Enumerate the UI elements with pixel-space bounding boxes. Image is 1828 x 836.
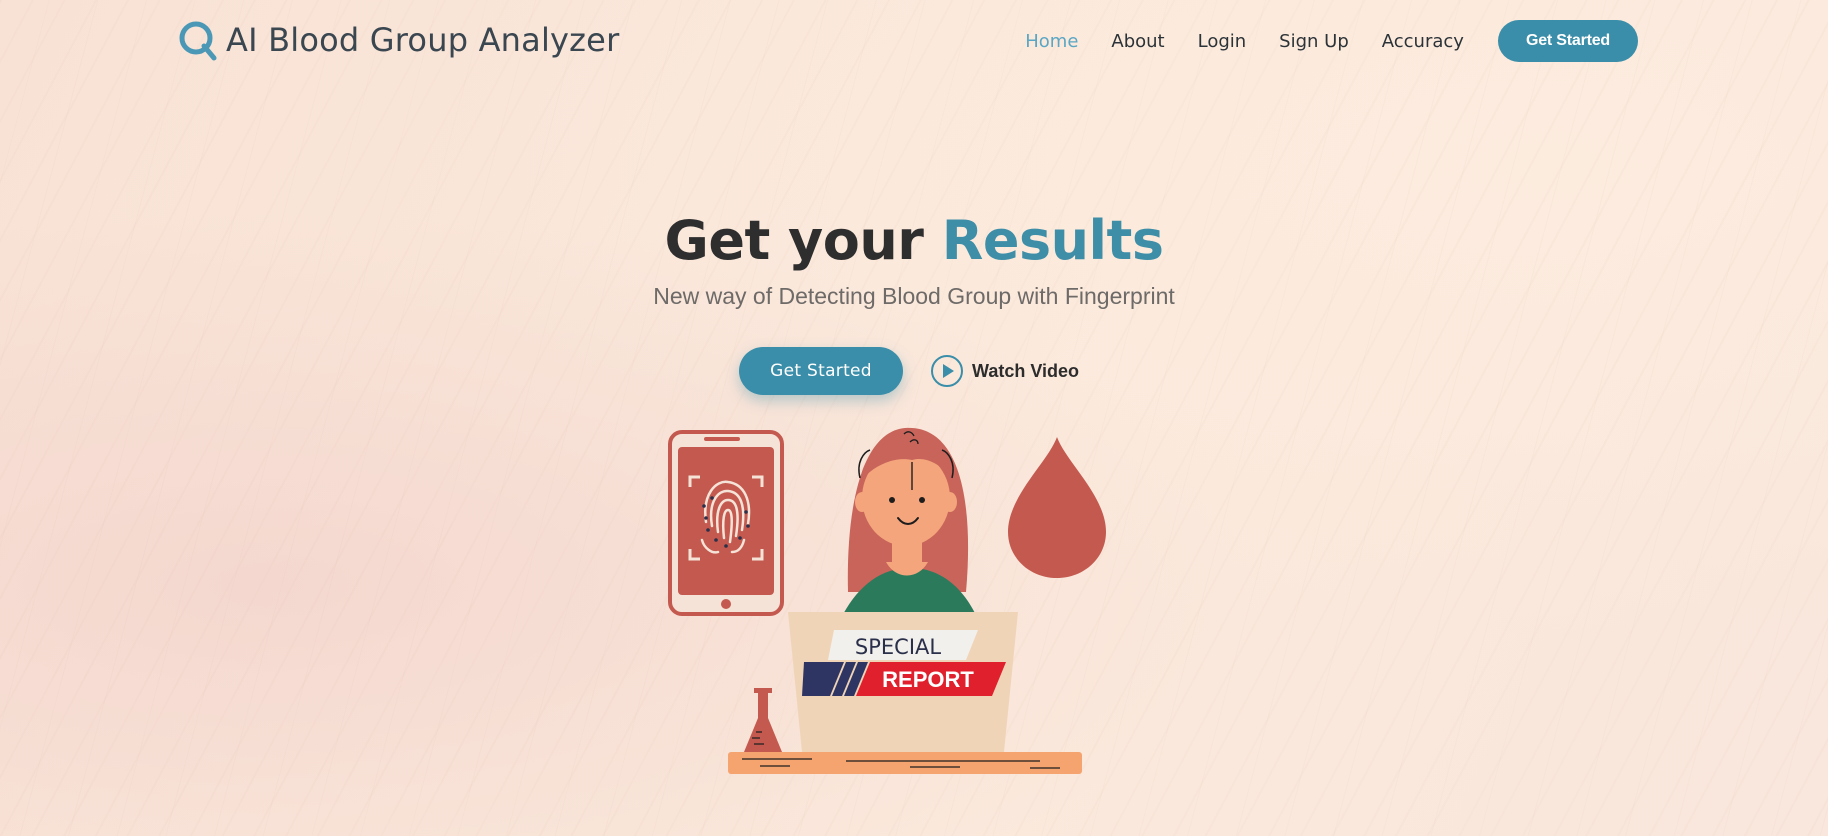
logo-q-icon bbox=[179, 21, 217, 61]
desk bbox=[728, 752, 1082, 774]
phone-fingerprint-icon bbox=[668, 430, 784, 616]
laptop-special-text: SPECIAL bbox=[855, 635, 941, 659]
brand-logo[interactable]: AI Blood Group Analyzer bbox=[178, 18, 619, 62]
nav-signup[interactable]: Sign Up bbox=[1279, 31, 1349, 52]
brand-name: AI Blood Group Analyzer bbox=[226, 21, 620, 59]
nav-about[interactable]: About bbox=[1111, 31, 1164, 52]
hero-title-accent: Results bbox=[941, 209, 1164, 272]
play-icon bbox=[931, 355, 963, 387]
header-get-started-button[interactable]: Get Started bbox=[1497, 20, 1638, 62]
watch-video-label: Watch Video bbox=[972, 360, 1080, 381]
hero-section: Get your Results New way of Detecting Bl… bbox=[0, 205, 1828, 310]
hero-actions: Get Started Watch Video bbox=[739, 347, 1079, 395]
flask-icon bbox=[744, 688, 782, 752]
hero-illustration: SPECIAL REPORT bbox=[668, 427, 1106, 774]
blood-drop-icon bbox=[1008, 437, 1106, 578]
laptop-illustration: SPECIAL REPORT bbox=[788, 612, 1018, 752]
hero-title-prefix: Get your bbox=[664, 209, 942, 272]
watch-video-button[interactable]: Watch Video bbox=[931, 355, 1079, 387]
hero-subtitle: New way of Detecting Blood Group with Fi… bbox=[653, 283, 1175, 309]
nav-accuracy[interactable]: Accuracy bbox=[1382, 31, 1464, 52]
laptop-report-text: REPORT bbox=[882, 667, 974, 692]
hero-title: Get your Results bbox=[0, 205, 1828, 277]
nav-login[interactable]: Login bbox=[1198, 31, 1247, 52]
nav-home[interactable]: Home bbox=[1025, 31, 1078, 52]
site-header: AI Blood Group Analyzer Home About Login… bbox=[0, 0, 1828, 84]
hero-get-started-button[interactable]: Get Started bbox=[739, 347, 903, 395]
main-nav: Home About Login Sign Up Accuracy Get St… bbox=[992, 20, 1638, 62]
